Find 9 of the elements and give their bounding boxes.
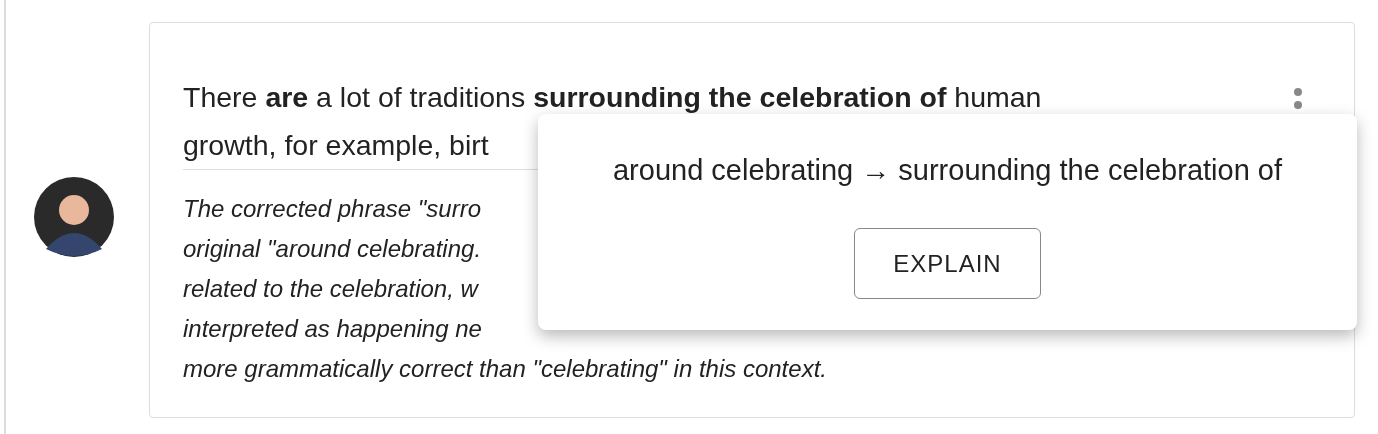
sentence-text: growth, for example, birt <box>183 129 489 161</box>
explanation-line: original "around celebrating. <box>183 234 482 264</box>
explanation-line: interpreted as happening ne <box>183 314 482 344</box>
sentence-text: There are a lot of traditions surrounding the celebration of human <box>183 80 1042 115</box>
explanation-line: more grammatically correct than "celebrating" in this context. <box>183 354 827 384</box>
explanation-line: The corrected phrase "surro <box>183 194 481 224</box>
explain-button[interactable]: EXPLAIN <box>854 228 1041 299</box>
explanation-line: related to the celebration, w <box>183 274 478 304</box>
suggestion-text: around celebrating → surrounding the celebration of <box>612 153 1282 188</box>
